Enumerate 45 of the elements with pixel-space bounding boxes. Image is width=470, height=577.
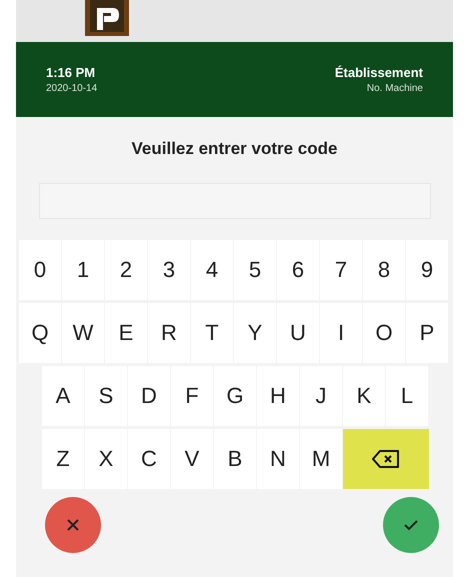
key[interactable]: M xyxy=(300,429,342,489)
key[interactable]: 6 xyxy=(277,240,319,300)
key[interactable]: X xyxy=(85,429,127,489)
key[interactable]: J xyxy=(300,366,342,426)
key[interactable]: T xyxy=(191,303,233,363)
key[interactable]: K xyxy=(343,366,385,426)
key[interactable]: N xyxy=(257,429,299,489)
close-icon xyxy=(65,517,81,533)
backspace-icon xyxy=(371,449,401,469)
key[interactable]: V xyxy=(171,429,213,489)
date-label: 2020-10-14 xyxy=(46,83,98,94)
key[interactable]: C xyxy=(128,429,170,489)
key[interactable]: R xyxy=(148,303,190,363)
key[interactable]: 4 xyxy=(191,240,233,300)
key[interactable]: E xyxy=(105,303,147,363)
time-label: 1:16 PM xyxy=(46,65,96,80)
key[interactable]: B xyxy=(214,429,256,489)
key[interactable]: 5 xyxy=(234,240,276,300)
key[interactable]: W xyxy=(62,303,104,363)
key[interactable]: I xyxy=(320,303,362,363)
key[interactable]: 7 xyxy=(320,240,362,300)
key[interactable]: P xyxy=(406,303,448,363)
key[interactable]: G xyxy=(214,366,256,426)
key[interactable]: U xyxy=(277,303,319,363)
key[interactable]: L xyxy=(386,366,428,426)
backspace-key[interactable] xyxy=(343,429,429,489)
key[interactable]: 8 xyxy=(363,240,405,300)
key[interactable]: O xyxy=(363,303,405,363)
key[interactable]: 1 xyxy=(62,240,104,300)
key[interactable]: Q xyxy=(19,303,61,363)
logo-icon xyxy=(85,0,129,36)
key[interactable]: F xyxy=(171,366,213,426)
key[interactable]: 3 xyxy=(148,240,190,300)
key[interactable]: A xyxy=(42,366,84,426)
key[interactable]: 0 xyxy=(19,240,61,300)
key[interactable]: Z xyxy=(42,429,84,489)
key[interactable]: 2 xyxy=(105,240,147,300)
key[interactable]: 9 xyxy=(406,240,448,300)
key[interactable]: D xyxy=(128,366,170,426)
establishment-label: Établissement xyxy=(334,65,423,80)
prompt-title: Veuillez entrer votre code xyxy=(130,139,338,159)
key[interactable]: H xyxy=(257,366,299,426)
machine-label: No. Machine xyxy=(366,83,423,94)
key[interactable]: Y xyxy=(234,303,276,363)
key[interactable]: S xyxy=(85,366,127,426)
